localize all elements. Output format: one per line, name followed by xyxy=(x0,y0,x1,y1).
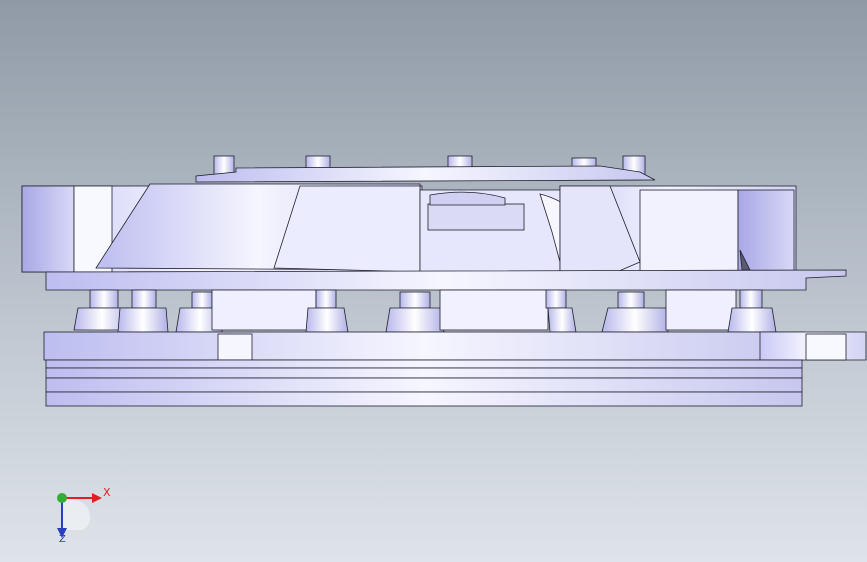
mid-plate xyxy=(45,269,847,291)
base-plate xyxy=(43,331,867,361)
upper-housing xyxy=(21,183,797,275)
support-posts xyxy=(73,289,777,333)
bottom-plates xyxy=(45,359,803,407)
z-axis-label: Z xyxy=(59,534,66,545)
x-axis-label: X xyxy=(103,486,111,499)
triad-icon xyxy=(57,493,102,538)
top-cover xyxy=(195,165,656,183)
cad-model-view[interactable] xyxy=(0,0,867,562)
coordinate-triad: X Z xyxy=(40,478,130,548)
graphics-viewport[interactable]: X Z xyxy=(0,0,867,562)
